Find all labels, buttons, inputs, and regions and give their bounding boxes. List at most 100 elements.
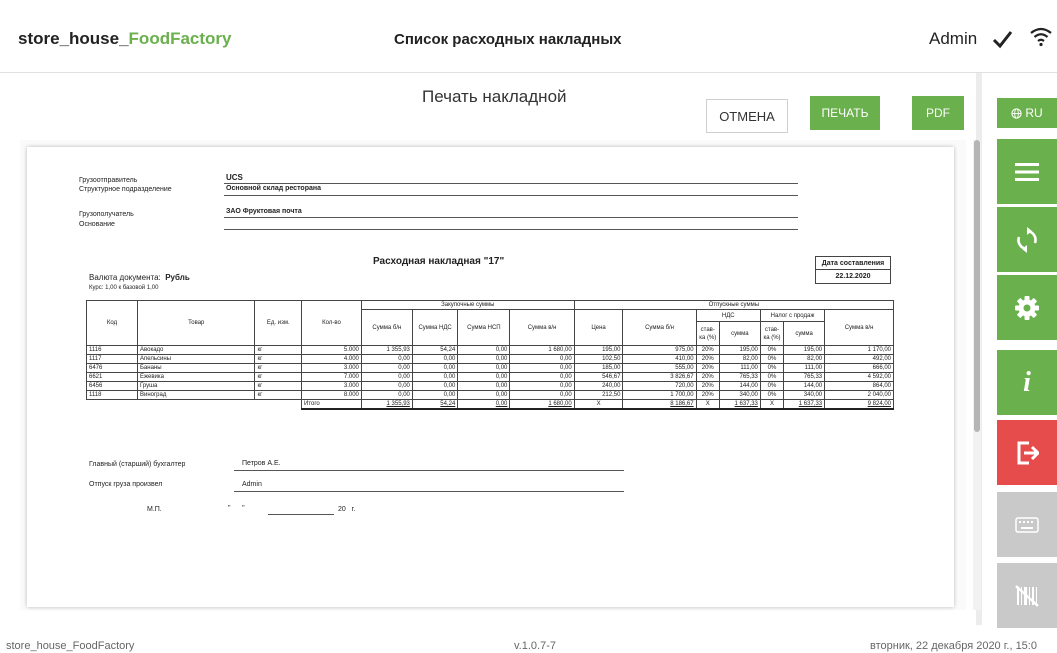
table-cell: 0,00 [509,363,575,373]
table-cell: 0,00 [360,354,413,364]
table-cell: 0,00 [411,381,459,391]
table-cell: 1 700,00 [622,390,697,400]
date-line-prefix: " " [228,505,245,512]
keyboard-icon [1015,516,1039,533]
total-cell: X [695,399,720,410]
table-row: 1117 Апельсины кг 4.000 0,00 0,00 0,00 0,00 102,… [86,354,894,364]
unit-label: Структурное подразделение [79,186,172,193]
table-cell: 0,00 [457,372,511,382]
table-cell: 0% [759,354,785,364]
table-cell: Бананы [136,363,256,373]
table-cell: Груша [136,381,256,391]
pdf-button[interactable]: PDF [912,96,964,130]
sender-label: Грузоотправитель [79,177,138,184]
table-cell: 195,00 [718,345,761,355]
table-cell: 8.000 [301,390,362,400]
barcode-button[interactable] [997,563,1057,628]
barcode-off-icon [1015,584,1039,607]
status-bar: store_house_FoodFactory v.1.0.7-7 вторни… [0,636,1057,653]
settings-button[interactable] [997,275,1057,340]
dialog-title: Печать накладной [422,87,567,106]
currency-value: Рубль [165,273,190,282]
wifi-icon [1030,27,1052,47]
sender-line [224,183,798,184]
col-item: Товар [136,300,256,346]
table-cell: 975,00 [622,345,697,355]
table-cell: Апельсины [136,354,256,364]
table-cell: 102,50 [573,354,624,364]
table-cell: 3 826,67 [622,372,697,382]
table-cell: 0% [759,381,785,391]
table-cell: 1117 [86,354,138,364]
table-row: 1116 Авокадо кг 5.000 1 355,93 54,24 0,00 1 680… [86,345,894,355]
table-cell: 1 355,93 [360,345,413,355]
total-cell: 0,00 [457,399,511,410]
sync-button[interactable] [997,207,1057,272]
footer-app-name: store_house_FoodFactory [6,640,135,652]
table-cell: 1118 [86,390,138,400]
keyboard-button[interactable] [997,492,1057,557]
table-cell: 185,00 [573,363,624,373]
table-cell: 82,00 [783,354,826,364]
table-cell: 212,50 [573,390,624,400]
table-cell: 0,00 [457,390,511,400]
table-cell: 3.000 [301,363,362,373]
table-cell: 340,00 [783,390,826,400]
receiver-label: Грузополучатель [79,211,134,218]
info-icon: i [1023,366,1031,398]
col-rel-sum-no-vat: Сумма б/н [622,309,697,346]
total-label: Итого [301,399,362,410]
rate-text: Курс: 1,00 к базовой 1,00 [89,285,159,291]
menu-button[interactable] [997,139,1057,204]
app-name-part1: store_house_ [18,29,129,48]
cancel-button[interactable]: ОТМЕНА [706,99,788,133]
scrollbar-thumb[interactable] [974,140,980,432]
print-button[interactable]: ПЕЧАТЬ [810,96,880,130]
table-cell: 0,00 [457,381,511,391]
sync-icon [1017,226,1037,253]
basis-line [224,229,798,230]
total-cell: 8 186,67 [622,399,697,410]
date-box: Дата составления 22.12.2020 [815,256,891,284]
table-cell: 546,67 [573,372,624,382]
globe-icon [1011,107,1022,119]
table-cell: 1116 [86,345,138,355]
language-button[interactable]: RU [997,98,1057,128]
table-cell: 20% [695,381,720,391]
table-cell: 7.000 [301,372,362,382]
table-cell: 0,00 [360,381,413,391]
table-cell: 0,00 [411,372,459,382]
table-cell: 195,00 [573,345,624,355]
total-cell: 1 680,00 [509,399,575,410]
col-sum-vat: Сумма НДС [411,309,459,346]
unit-line [224,195,798,196]
table-cell: 3.000 [301,381,362,391]
table-cell: 6456 [86,381,138,391]
info-button[interactable]: i [997,350,1057,415]
empty-cell [255,400,302,410]
table-cell: 4.000 [301,354,362,364]
empty-cell [87,400,138,410]
table-cell: 0,00 [457,354,511,364]
table-row: 6456 Груша кг 3.000 0,00 0,00 0,00 0,00 240,00 72… [86,381,894,391]
col-release-group: Отпускные суммы [573,300,895,310]
invoice-title: Расходная накладная "17" [373,256,505,267]
released-line [234,491,624,492]
table-cell: 0,00 [509,372,575,382]
table-cell: Виноград [136,390,256,400]
table-cell: 0,00 [509,390,575,400]
table-cell: 0% [759,372,785,382]
col-vat-amount: сумма [718,321,761,346]
table-cell: 1 680,00 [509,345,575,355]
total-cell: 54,24 [411,399,459,410]
table-cell: 0,00 [509,354,575,364]
logout-button[interactable] [997,420,1057,485]
user-name[interactable]: Admin [929,29,977,49]
table-cell: 0,00 [457,363,511,373]
table-cell: 666,00 [824,363,894,373]
total-cell: 1 637,33 [718,399,761,410]
invoice-table: Код Товар Ед. изм. Кол-во Закупочные сум… [86,300,895,410]
currency-label: Валюта документа: [89,273,161,282]
table-cell: 340,00 [718,390,761,400]
table-row: 6476 Бананы кг 3.000 0,00 0,00 0,00 0,00 185,00 5… [86,363,894,373]
